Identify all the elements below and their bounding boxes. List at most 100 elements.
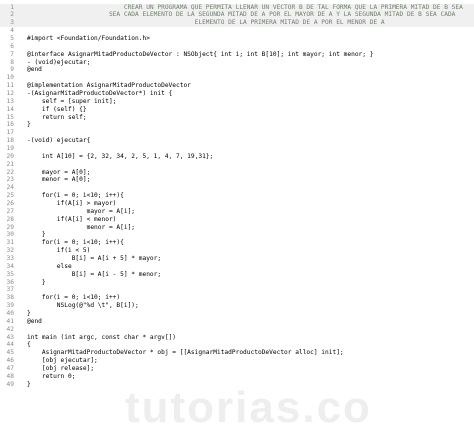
code-text: self = [super init]; [27,97,117,105]
code-line[interactable]: 42 [0,326,474,334]
code-text: } [27,310,31,318]
code-line[interactable]: 33 B[i] = A[i + 5] * mayor; [0,255,474,263]
code-line[interactable]: 20 int A[10] = {2, 32, 34, 2, 5, 1, 4, 7… [0,153,474,161]
code-line[interactable]: 6 [0,43,474,51]
code-line[interactable]: 15 return self; [0,114,474,122]
line-number: 31 [6,239,14,247]
code-text: menor = A[i]; [27,223,136,231]
code-line[interactable]: 48 return 0; [0,373,474,381]
line-number: 45 [6,349,14,357]
code-line[interactable]: 35 B[i] = A[i - 5] * menor; [0,271,474,279]
line-number: 24 [6,184,14,192]
code-text: CREAR UN PROGRAMA QUE PERMITA LLENAR UN … [27,3,463,11]
line-number: 39 [6,302,14,310]
code-text: else [27,262,72,270]
code-text: } [27,121,31,129]
line-number: 49 [6,380,14,388]
line-number: 42 [6,325,14,333]
code-line[interactable]: 19 [0,145,474,153]
code-text: -(AsignarMitadProductoDeVector*) init { [27,89,173,97]
code-line[interactable]: 44 { [0,341,474,349]
code-line[interactable]: 47 [obj release]; [0,365,474,373]
code-editor[interactable]: 1 CREAR UN PROGRAMA QUE PERMITA LLENAR U… [0,0,474,430]
code-text: mayor = A[0]; [27,168,91,176]
code-line[interactable]: 2 SEA CADA ELEMENTO DE LA SEGUNDA MITAD … [0,11,474,20]
code-line[interactable]: 14 if (self) {} [0,106,474,114]
code-line[interactable]: 30 } [0,231,474,239]
code-line[interactable]: 27 mayor = A[i]; [0,208,474,216]
code-line[interactable]: 22 mayor = A[0]; [0,169,474,177]
code-text: AsignarMitadProductoDeVector * obj = [[A… [27,349,344,357]
code-text: - (void)ejecutar; [27,58,91,66]
code-line[interactable]: 25 for(i = 0; i<10; i++){ [0,192,474,200]
line-number: 17 [6,129,14,137]
code-text: @interface AsignarMitadProductoDeVector … [27,50,374,58]
code-line[interactable]: 31 for(i = 0; i<10; i++){ [0,239,474,247]
code-line[interactable]: 17 [0,129,474,137]
code-text: if (self) {} [27,105,87,113]
code-line[interactable]: 41 @end [0,318,474,326]
code-line[interactable]: 40} [0,310,474,318]
code-line[interactable]: 12 -(AsignarMitadProductoDeVector*) init … [0,90,474,98]
code-text: @end [27,317,42,325]
code-line[interactable]: 13 self = [super init]; [0,98,474,106]
line-number: 22 [6,168,14,176]
code-line[interactable]: 32 if(i < 5) [0,247,474,255]
code-line[interactable]: 46 [obj ejecutar]; [0,357,474,365]
line-number: 20 [6,152,14,160]
line-number: 40 [6,310,14,318]
code-text: } [27,278,46,286]
code-line[interactable]: 9 @end [0,66,474,74]
code-text: } [27,380,31,388]
code-text: return self; [27,113,87,121]
line-number: 37 [6,286,14,294]
code-text: if(i < 5) [27,247,91,255]
line-number: 10 [6,74,14,82]
code-line[interactable]: 5 #import <Foundation/Foundation.h> [0,35,474,43]
line-number: 28 [6,215,14,223]
code-line[interactable]: 1 CREAR UN PROGRAMA QUE PERMITA LLENAR U… [0,3,474,12]
code-text: } [27,231,46,239]
code-line[interactable]: 39 NSLog(@"%d \t", B[i]); [0,302,474,310]
line-number: 5 [10,34,14,42]
line-number: 46 [6,357,14,365]
line-number: 19 [6,144,14,152]
code-line[interactable]: 18 -(void) ejecutar{ [0,137,474,145]
code-text: for(i = 0; i<10; i++){ [27,192,124,200]
line-number: 35 [6,270,14,278]
code-line[interactable]: 43 int main (int argc, const char * argv[… [0,334,474,342]
code-text: NSLog(@"%d \t", B[i]); [27,302,139,310]
code-line[interactable]: 34 else [0,263,474,271]
code-text: B[i] = A[i - 5] * menor; [27,270,162,278]
code-line[interactable]: 37 [0,286,474,294]
code-line[interactable]: 3 ELEMENTO DE LA PRIMERA MITAD DE A POR … [0,19,474,28]
code-line[interactable]: 4 [0,27,474,35]
line-number: 1 [10,3,14,11]
code-text: B[i] = A[i + 5] * mayor; [27,255,162,263]
code-line[interactable]: 8 - (void)ejecutar; [0,59,474,67]
code-line[interactable]: 10 [0,74,474,82]
code-line[interactable]: 23 menor = A[0]; [0,176,474,184]
code-line[interactable]: 28 if(A[i] < menor) [0,216,474,224]
code-line[interactable]: 38 for(i = 0; i<10; i++) [0,294,474,302]
line-number: 32 [6,247,14,255]
code-line[interactable]: 29 menor = A[i]; [0,224,474,232]
line-number: 27 [6,207,14,215]
code-line[interactable]: 24 [0,184,474,192]
code-line[interactable]: 26 if(A[i] > mayor) [0,200,474,208]
code-text: #import <Foundation/Foundation.h> [27,34,150,42]
line-number: 43 [6,333,14,341]
code-line[interactable]: 21 [0,161,474,169]
line-number: 44 [6,341,14,349]
code-text: SEA CADA ELEMENTO DE LA SEGUNDA MITAD DE… [27,11,456,19]
code-text: -(void) ejecutar{ [27,137,91,145]
code-line[interactable]: 16} [0,121,474,129]
line-number: 41 [6,317,14,325]
line-number: 25 [6,192,14,200]
code-line[interactable]: 11 @implementation AsignarMitadProductoDe… [0,82,474,90]
code-line[interactable]: 45 AsignarMitadProductoDeVector * obj = … [0,349,474,357]
code-line[interactable]: 7 @interface AsignarMitadProductoDeVector… [0,51,474,59]
code-line[interactable]: 36 } [0,279,474,287]
line-number: 18 [6,137,14,145]
code-text: ELEMENTO DE LA PRIMERA MITAD DE A POR EL… [27,19,385,27]
